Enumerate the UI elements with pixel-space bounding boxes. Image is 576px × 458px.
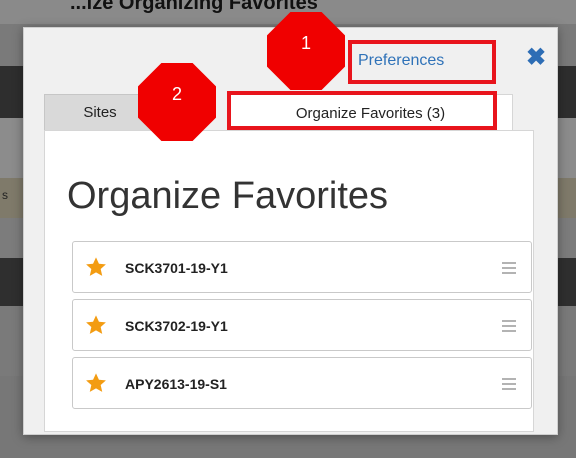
annotation-number: 1 bbox=[300, 32, 311, 53]
highlight-box-organize-favorites bbox=[227, 91, 497, 130]
drag-handle-icon[interactable] bbox=[502, 262, 516, 274]
favorite-label: SCK3701-19-Y1 bbox=[125, 260, 228, 276]
highlight-box-preferences bbox=[348, 40, 496, 84]
star-icon[interactable] bbox=[85, 314, 107, 336]
drag-handle-icon[interactable] bbox=[502, 320, 516, 332]
drag-handle-icon[interactable] bbox=[502, 378, 516, 390]
panel-title: Organize Favorites bbox=[67, 175, 389, 217]
favorite-item[interactable]: SCK3702-19-Y1 bbox=[72, 299, 532, 351]
favorite-label: SCK3702-19-Y1 bbox=[125, 318, 228, 334]
close-icon[interactable]: ✖ bbox=[526, 46, 546, 70]
star-icon[interactable] bbox=[85, 256, 107, 278]
favorite-item[interactable]: SCK3701-19-Y1 bbox=[72, 241, 532, 293]
favorite-label: APY2613-19-S1 bbox=[125, 376, 227, 392]
annotation-number: 2 bbox=[171, 83, 182, 104]
background-text-fragment: s bbox=[2, 188, 8, 202]
star-icon[interactable] bbox=[85, 372, 107, 394]
favorites-list: SCK3701-19-Y1 SCK3702-19-Y1 APY2613-19-S… bbox=[72, 241, 532, 415]
favorite-item[interactable]: APY2613-19-S1 bbox=[72, 357, 532, 409]
organize-favorites-panel: Organize Favorites SCK3701-19-Y1 SCK3702… bbox=[44, 130, 534, 432]
background-page-title: ...ize Organizing Favorites bbox=[70, 0, 318, 14]
annotation-marker-1: 1 bbox=[267, 12, 345, 90]
